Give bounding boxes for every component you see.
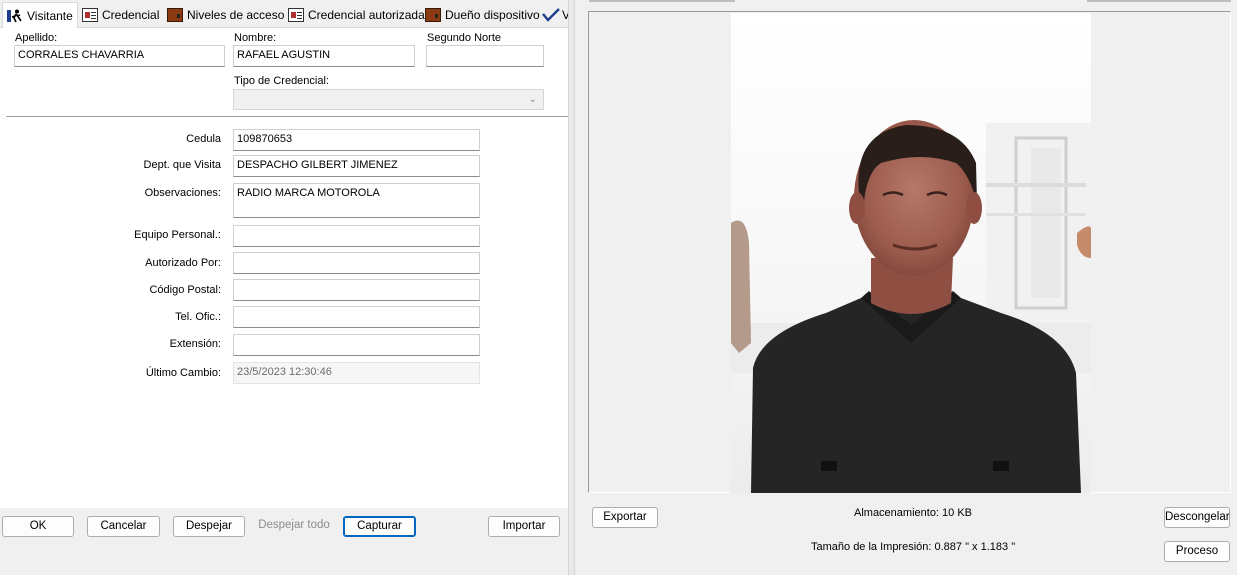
cedula-field[interactable]: 109870653 [233,129,480,151]
tipo-credencial-select[interactable]: ⌄ [233,89,544,110]
id-card-icon [82,8,98,22]
tab-label: Credencial autorizada [308,8,425,22]
tab-strip: Visitante Credencial Niveles de acceso C… [0,0,570,29]
nombre-field[interactable]: RAFAEL AGUSTIN [233,45,415,67]
observaciones-field[interactable]: RADIO MARCA MOTOROLA [233,183,480,218]
section-divider [6,116,568,117]
segundo-nombre-field[interactable] [426,45,544,67]
cancel-button[interactable]: Cancelar [87,516,160,537]
pane-splitter[interactable] [568,0,575,575]
tipo-credencial-label: Tipo de Credencial: [234,75,329,87]
tab-label: Visitante [27,9,73,23]
equipo-personal-field[interactable] [233,225,480,247]
ultimo-cambio-field: 23/5/2023 12:30:46 [233,362,480,384]
process-button[interactable]: Proceso [1164,541,1230,562]
extension-field[interactable] [233,334,480,356]
observaciones-label: Observaciones: [144,187,221,199]
unfreeze-button[interactable]: Descongelar [1164,507,1230,528]
top-edge-control [589,0,735,2]
apellido-label: Apellido: [15,32,58,44]
tel-ofic-field[interactable] [233,306,480,328]
clear-all-button[interactable]: Despejar todo [257,516,331,537]
equipo-personal-label: Equipo Personal.: [134,229,221,241]
visitor-tab-panel: Apellido: CORRALES CHAVARRIA Nombre: RAF… [0,28,568,508]
top-edge-control [1087,0,1231,2]
chevron-down-icon: ⌄ [528,94,537,105]
capture-button[interactable]: Capturar [343,516,416,537]
tab-label: Niveles de acceso [187,8,285,22]
visitor-photo[interactable] [731,13,1091,493]
tab-overflow[interactable]: V [542,4,570,26]
photo-pane: Exportar Almacenamiento: 10 KB Descongel… [575,0,1237,575]
tel-ofic-label: Tel. Ofic.: [175,311,221,323]
tab-credencial[interactable]: Credencial [82,4,159,26]
autorizado-por-label: Autorizado Por: [145,257,221,269]
import-button[interactable]: Importar [488,516,560,537]
ultimo-cambio-label: Último Cambio: [145,367,221,379]
tab-credencial-autorizada[interactable]: Credencial autorizada [288,4,425,26]
codigo-postal-label: Código Postal: [149,284,221,296]
person-walking-icon [7,9,23,23]
ok-button[interactable]: OK [2,516,74,537]
storage-size-text: Almacenamiento: 10 KB [854,507,973,519]
tab-label: Dueño dispositivo [445,8,540,22]
clear-button[interactable]: Despejar [173,516,245,537]
photo-frame [588,11,1231,493]
id-card-icon [288,8,304,22]
dept-visita-label: Dept. que Visita [143,159,221,171]
cedula-label: Cedula [186,133,221,145]
segundo-nombre-label: Segundo Norte [427,32,501,44]
nombre-label: Nombre: [234,32,277,44]
tab-dueno-dispositivo[interactable]: Dueño dispositivo [425,4,540,26]
extension-label: Extensión: [169,338,221,350]
autorizado-por-field[interactable] [233,252,480,274]
tab-visitante[interactable]: Visitante [2,2,78,29]
app-window: Visitante Credencial Niveles de acceso C… [0,0,1237,575]
export-button[interactable]: Exportar [592,507,658,528]
checkmark-icon [542,8,560,22]
codigo-postal-field[interactable] [233,279,480,301]
tab-label: Credencial [102,8,160,22]
dept-visita-field[interactable]: DESPACHO GILBERT JIMENEZ [233,155,480,177]
apellido-field[interactable]: CORRALES CHAVARRIA [14,45,225,67]
tab-niveles-acceso[interactable]: Niveles de acceso [167,4,284,26]
door-icon [167,8,183,22]
print-size-text: Tamaño de la Impresión: 0.887 " x 1.183 … [811,541,1016,553]
visitor-form-pane: Visitante Credencial Niveles de acceso C… [0,0,570,575]
door-icon [425,8,441,22]
